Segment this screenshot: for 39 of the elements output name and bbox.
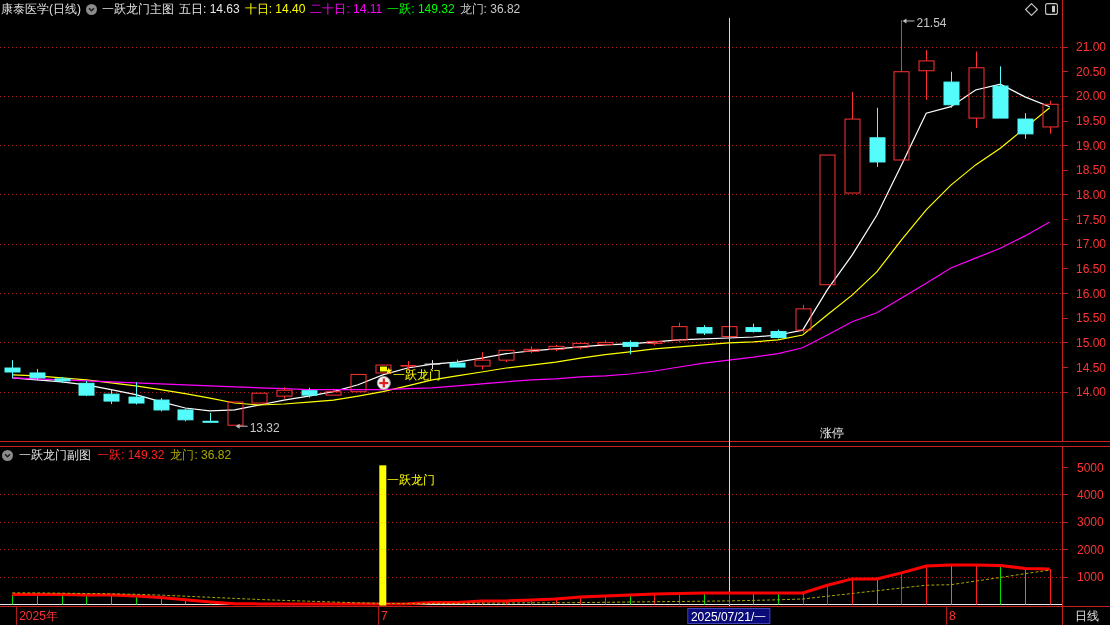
- axis-label: 18.00: [1076, 188, 1107, 202]
- axis-label: 14.50: [1076, 360, 1107, 375]
- indicator-value: 龙门: 36.82: [170, 448, 232, 462]
- axis-label: 17.00: [1076, 237, 1107, 252]
- signal-label: 一跃龙门: [386, 473, 435, 488]
- indicator-value: 一跃: 149.32: [387, 2, 455, 16]
- cursor-date-label: 2025/07/21/一: [686, 608, 771, 624]
- axis-label: 20.50: [1076, 64, 1107, 79]
- axis-label: 14.00: [1076, 385, 1107, 400]
- axis-label: 19.00: [1076, 138, 1107, 153]
- axis-label: 18.50: [1076, 163, 1107, 178]
- axis-label: 20.00: [1076, 89, 1107, 104]
- axis-label: 21.00: [1076, 40, 1107, 55]
- axis-label: 17.50: [1076, 212, 1107, 227]
- time-axis-label: 8: [946, 607, 956, 625]
- indicator-value: 龙门: 36.82: [459, 2, 521, 16]
- price-label: 13.32: [249, 421, 280, 436]
- indicator-value: 五日: 14.63: [179, 2, 240, 16]
- indicator-name: 一跃龙门主图: [102, 2, 174, 16]
- axis-label: 19.50: [1076, 114, 1107, 129]
- limit-up-label: 涨停: [820, 426, 845, 440]
- price-label: 21.54: [916, 15, 947, 30]
- axis-label: 15.50: [1076, 311, 1107, 326]
- axis-label: 16.50: [1076, 261, 1107, 276]
- axis-label: 2000: [1077, 543, 1104, 557]
- axis-label: 3000: [1077, 515, 1104, 530]
- indicator-name: 一跃龙门副图: [19, 448, 91, 462]
- time-axis-label: 2025年: [16, 607, 58, 625]
- axis-label: 5000: [1077, 463, 1104, 475]
- stock-title: 康泰医学(日线): [1, 2, 81, 16]
- indicator-value: 一跃: 149.32: [97, 448, 165, 462]
- axis-label: 1000: [1077, 570, 1104, 585]
- axis-label: 4000: [1077, 488, 1104, 502]
- axis-label: 16.00: [1076, 286, 1107, 301]
- indicator-value: 二十日: 14.11: [310, 2, 383, 16]
- time-axis-label: 7: [377, 607, 388, 625]
- axis-label: 15.00: [1076, 335, 1107, 350]
- signal-label: 一跃龙门: [392, 367, 441, 382]
- indicator-value: 十日: 14.40: [244, 2, 306, 16]
